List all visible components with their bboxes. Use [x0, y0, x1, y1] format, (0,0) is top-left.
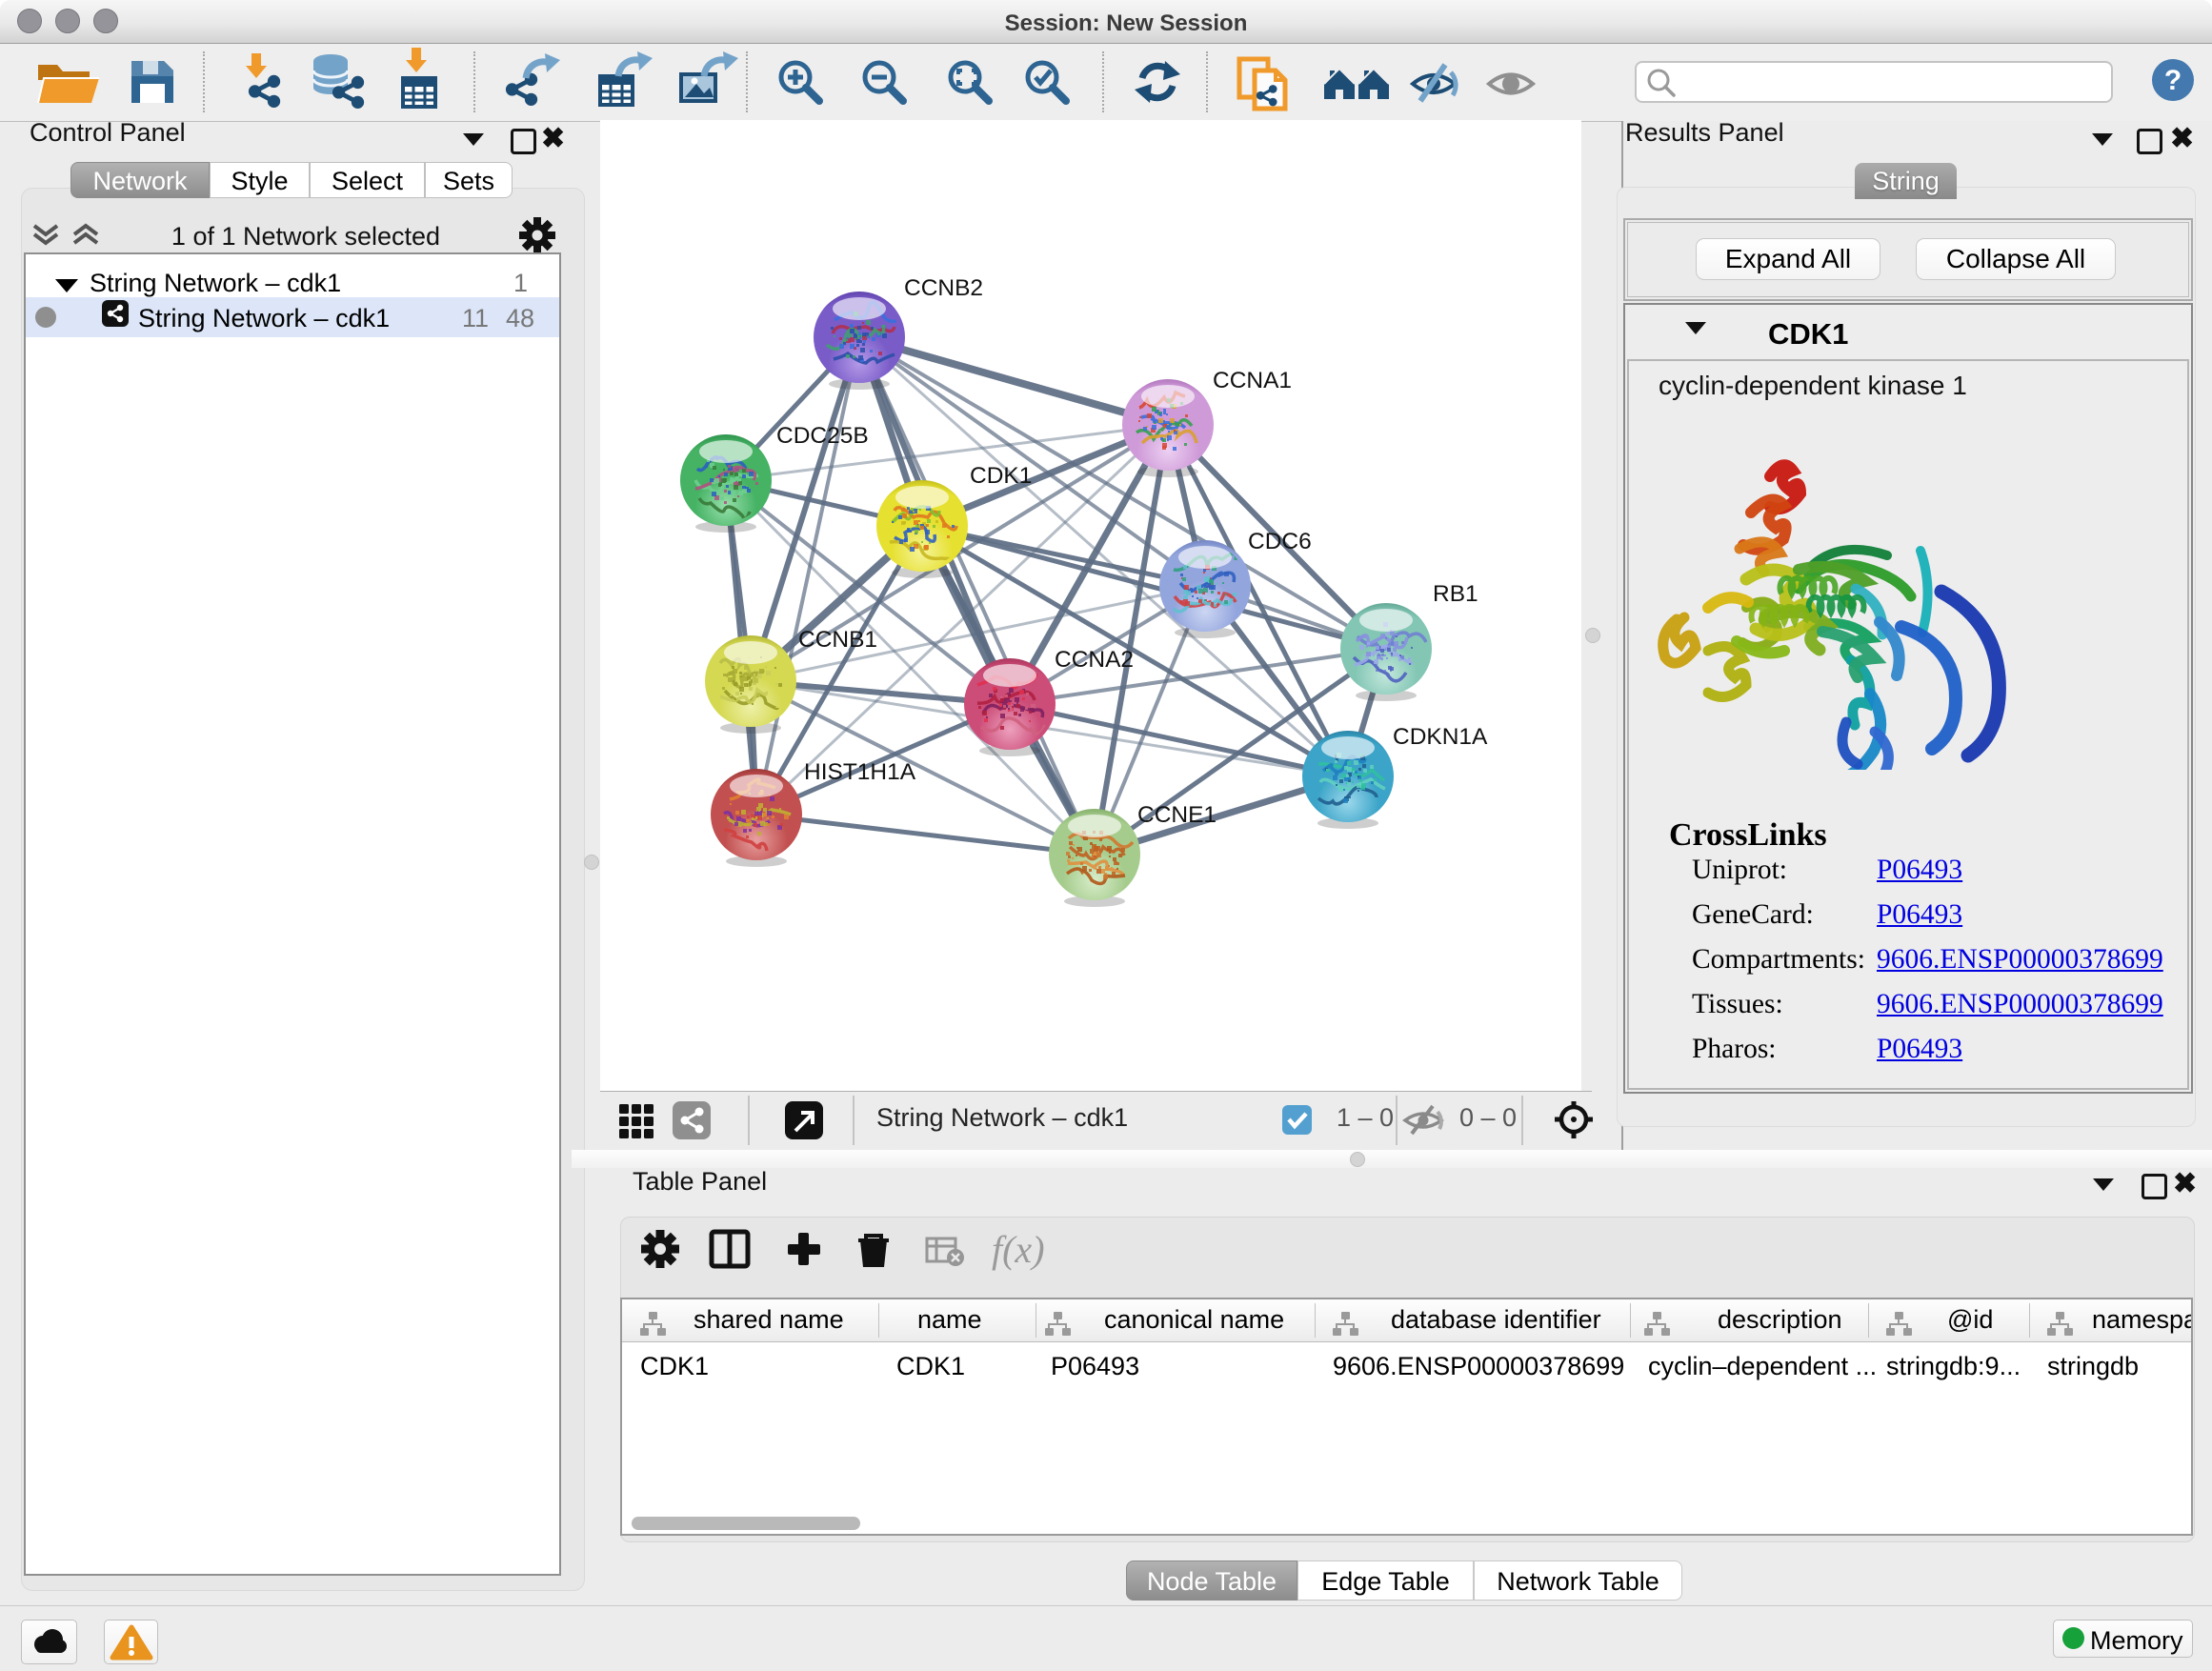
svg-text:?: ?: [2164, 65, 2182, 96]
svg-text:CCNA1: CCNA1: [1213, 368, 1292, 393]
svg-text:CDC6: CDC6: [1248, 529, 1312, 554]
svg-text:CCNA2: CCNA2: [1055, 647, 1134, 673]
svg-text:RB1: RB1: [1433, 581, 1478, 607]
svg-text:CDKN1A: CDKN1A: [1393, 724, 1488, 750]
svg-text:CCNE1: CCNE1: [1137, 802, 1217, 828]
svg-text:f(x): f(x): [992, 1228, 1045, 1271]
svg-text:CDK1: CDK1: [970, 463, 1032, 489]
svg-text:CCNB1: CCNB1: [798, 627, 877, 653]
svg-text:CCNB2: CCNB2: [904, 275, 983, 301]
svg-text:CDC25B: CDC25B: [776, 423, 869, 449]
svg-text:HIST1H1A: HIST1H1A: [804, 759, 916, 785]
